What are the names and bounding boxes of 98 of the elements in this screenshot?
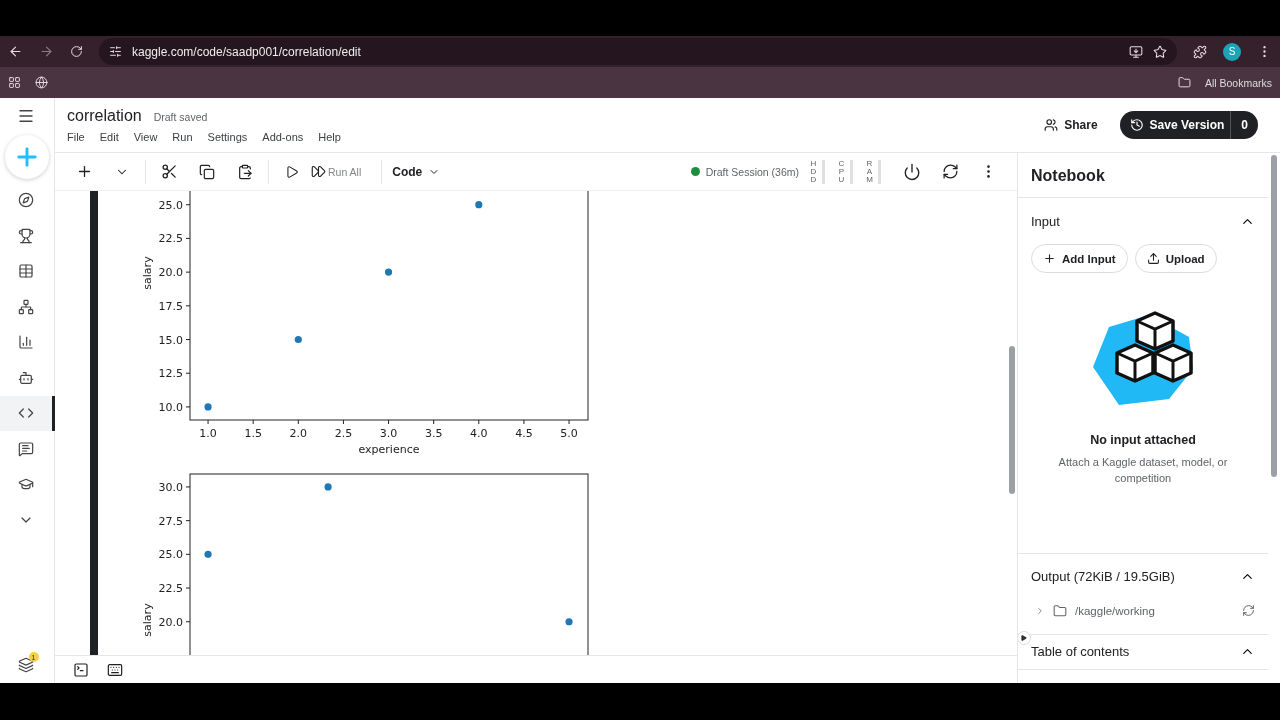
bookmarks-link[interactable]: All Bookmarks [1204, 76, 1272, 89]
axis-label: experience [358, 443, 420, 456]
resource-meter: HDD [809, 159, 825, 184]
tick-label: 30.0 [158, 481, 183, 495]
menu-item[interactable]: Edit [99, 131, 119, 143]
refresh-icon[interactable] [1242, 604, 1255, 618]
resource-meter: RAM [865, 159, 881, 184]
tick-label: 3.0 [379, 427, 398, 440]
install-icon[interactable] [1129, 44, 1143, 59]
run-icon[interactable] [285, 164, 299, 179]
forward-icon[interactable] [39, 44, 54, 59]
empty-title: No input attached [1090, 433, 1196, 447]
data-point [475, 201, 483, 209]
resource-meter: CPU [837, 159, 853, 184]
data-point [565, 618, 573, 626]
expand-handle[interactable] [1018, 631, 1031, 645]
compass-icon [17, 192, 34, 209]
empty-description: Attach a Kaggle dataset, model, or competition [1057, 455, 1229, 486]
menu-item[interactable]: Run [172, 131, 193, 143]
scroll-thumb[interactable] [1271, 155, 1277, 477]
section-title[interactable]: Output (72KiB / 19.5GiB) [1031, 569, 1175, 585]
reload-icon[interactable] [70, 45, 83, 58]
sidebar-item[interactable] [0, 395, 55, 431]
save-version-button[interactable]: Save Version 0 [1119, 111, 1258, 139]
restart-icon[interactable] [941, 163, 959, 180]
save-status: Draft saved [153, 111, 208, 123]
cell-type-dropdown[interactable]: Code [386, 163, 447, 180]
folder-icon[interactable] [1053, 603, 1067, 618]
terminal-icon[interactable] [73, 661, 89, 678]
share-button[interactable]: Share [1038, 117, 1104, 133]
notebook-title[interactable]: correlation [67, 107, 142, 125]
stack-icon[interactable] [17, 657, 34, 674]
data-point [204, 551, 212, 559]
url-text: kaggle.com/code/saadp001/correlation/edit [132, 44, 361, 59]
tick-label: 2.0 [289, 427, 308, 440]
paste-icon[interactable] [237, 163, 253, 180]
menu-item[interactable]: View [133, 131, 158, 143]
data-point [324, 483, 332, 491]
robot-icon [17, 369, 34, 386]
section-title[interactable]: Table of contents [1031, 644, 1130, 660]
address-bar[interactable]: kaggle.com/code/saadp001/correlation/edit [99, 38, 1177, 65]
trophy-icon [17, 227, 34, 244]
scroll-thumb[interactable] [1009, 346, 1015, 494]
comment-icon [17, 440, 34, 457]
data-point [204, 403, 212, 411]
tick-label: 2.5 [334, 427, 353, 440]
site-settings-icon[interactable] [109, 45, 122, 58]
menu-item[interactable]: File [67, 131, 85, 143]
copy-icon[interactable] [199, 163, 215, 180]
tick-label: 20.0 [158, 616, 183, 630]
star-icon[interactable] [1153, 44, 1167, 59]
people-icon [1044, 118, 1059, 132]
back-icon[interactable] [8, 44, 23, 59]
axis-label: salary [141, 256, 154, 290]
panel-title: Notebook [1018, 153, 1268, 198]
tick-label: 20.0 [158, 266, 183, 280]
tick-label: 22.5 [158, 582, 183, 596]
cut-icon[interactable] [160, 163, 178, 180]
data-point [294, 335, 302, 344]
keyboard-icon[interactable] [107, 661, 123, 678]
menu-item[interactable]: Add-ons [262, 131, 304, 143]
axis-label: salary [141, 603, 154, 638]
add-input-button[interactable]: Add Input [1031, 244, 1128, 273]
session-status[interactable]: Draft Session (36m) [705, 165, 799, 178]
tick-label: 17.5 [158, 299, 183, 313]
tick-label: 22.5 [158, 232, 183, 246]
tick-label: 4.5 [515, 427, 533, 440]
tick-label: 25.0 [158, 548, 183, 562]
section-title[interactable]: Input [1031, 213, 1060, 229]
globe-icon[interactable] [35, 76, 48, 89]
tick-label: 1.5 [244, 427, 262, 440]
folder-icon[interactable] [1177, 76, 1191, 89]
history-icon [1129, 118, 1144, 132]
bar-chart-icon [17, 334, 34, 351]
upload-button[interactable]: Upload [1134, 244, 1217, 273]
apps-icon[interactable] [8, 76, 21, 89]
power-icon[interactable] [903, 162, 921, 181]
tick-label: 3.5 [424, 427, 443, 440]
status-dot [690, 167, 700, 176]
run-all-icon[interactable] [311, 164, 326, 179]
plus-icon [1043, 252, 1056, 265]
upload-icon [1146, 252, 1160, 265]
menu-item[interactable]: Settings [207, 131, 248, 143]
tick-label: 27.5 [158, 515, 183, 529]
tick-label: 25.0 [158, 198, 183, 212]
data-point [384, 268, 393, 276]
tick-label: 5.0 [560, 427, 578, 440]
run-all-button[interactable]: Run All [328, 165, 362, 178]
tick-label: 15.0 [158, 333, 183, 347]
extensions-icon[interactable] [1193, 44, 1207, 59]
tick-label: 4.0 [470, 427, 488, 440]
tick-label: 10.0 [158, 400, 183, 414]
folder-path[interactable]: /kaggle/working [1075, 604, 1155, 617]
menu-item[interactable]: Help [318, 131, 341, 143]
tick-label: 12.5 [158, 367, 183, 381]
nodes-icon [17, 298, 34, 315]
tick-label: 1.0 [199, 427, 217, 440]
table-icon [17, 263, 34, 280]
